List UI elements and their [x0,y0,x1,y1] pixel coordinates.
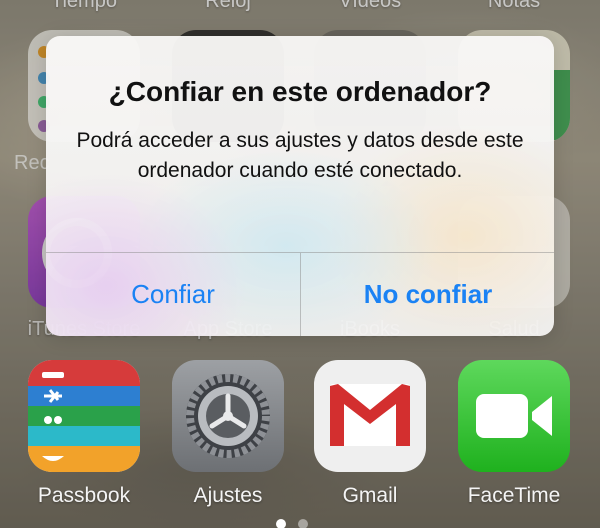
app-label-gmail: Gmail [342,484,398,507]
page-indicator[interactable] [276,516,320,528]
trust-computer-alert: ¿Confiar en este ordenador? Podrá accede… [46,36,554,336]
video-camera-icon [476,394,552,438]
facetime-app-icon[interactable] [458,360,570,472]
page-dot [298,519,308,528]
trust-button[interactable]: Confiar [46,253,300,336]
alert-title: ¿Confiar en este ordenador? [108,76,492,107]
gmail-app-icon[interactable] [314,360,426,472]
passbook-glyphs-icon [42,372,64,461]
alert-message: Podrá acceder a sus ajustes y datos desd… [76,129,524,182]
settings-app-icon[interactable] [172,360,284,472]
gmail-envelope-icon [330,384,410,446]
app-label-passbook: Passbook [37,484,131,507]
dont-trust-button[interactable]: No confiar [301,253,554,336]
gear-icon [186,374,270,458]
passbook-app-icon[interactable] [28,360,140,472]
app-label-ajustes: Ajustes [193,484,263,507]
page-dot-active [276,519,286,528]
app-label-facetime: FaceTime [467,484,561,507]
